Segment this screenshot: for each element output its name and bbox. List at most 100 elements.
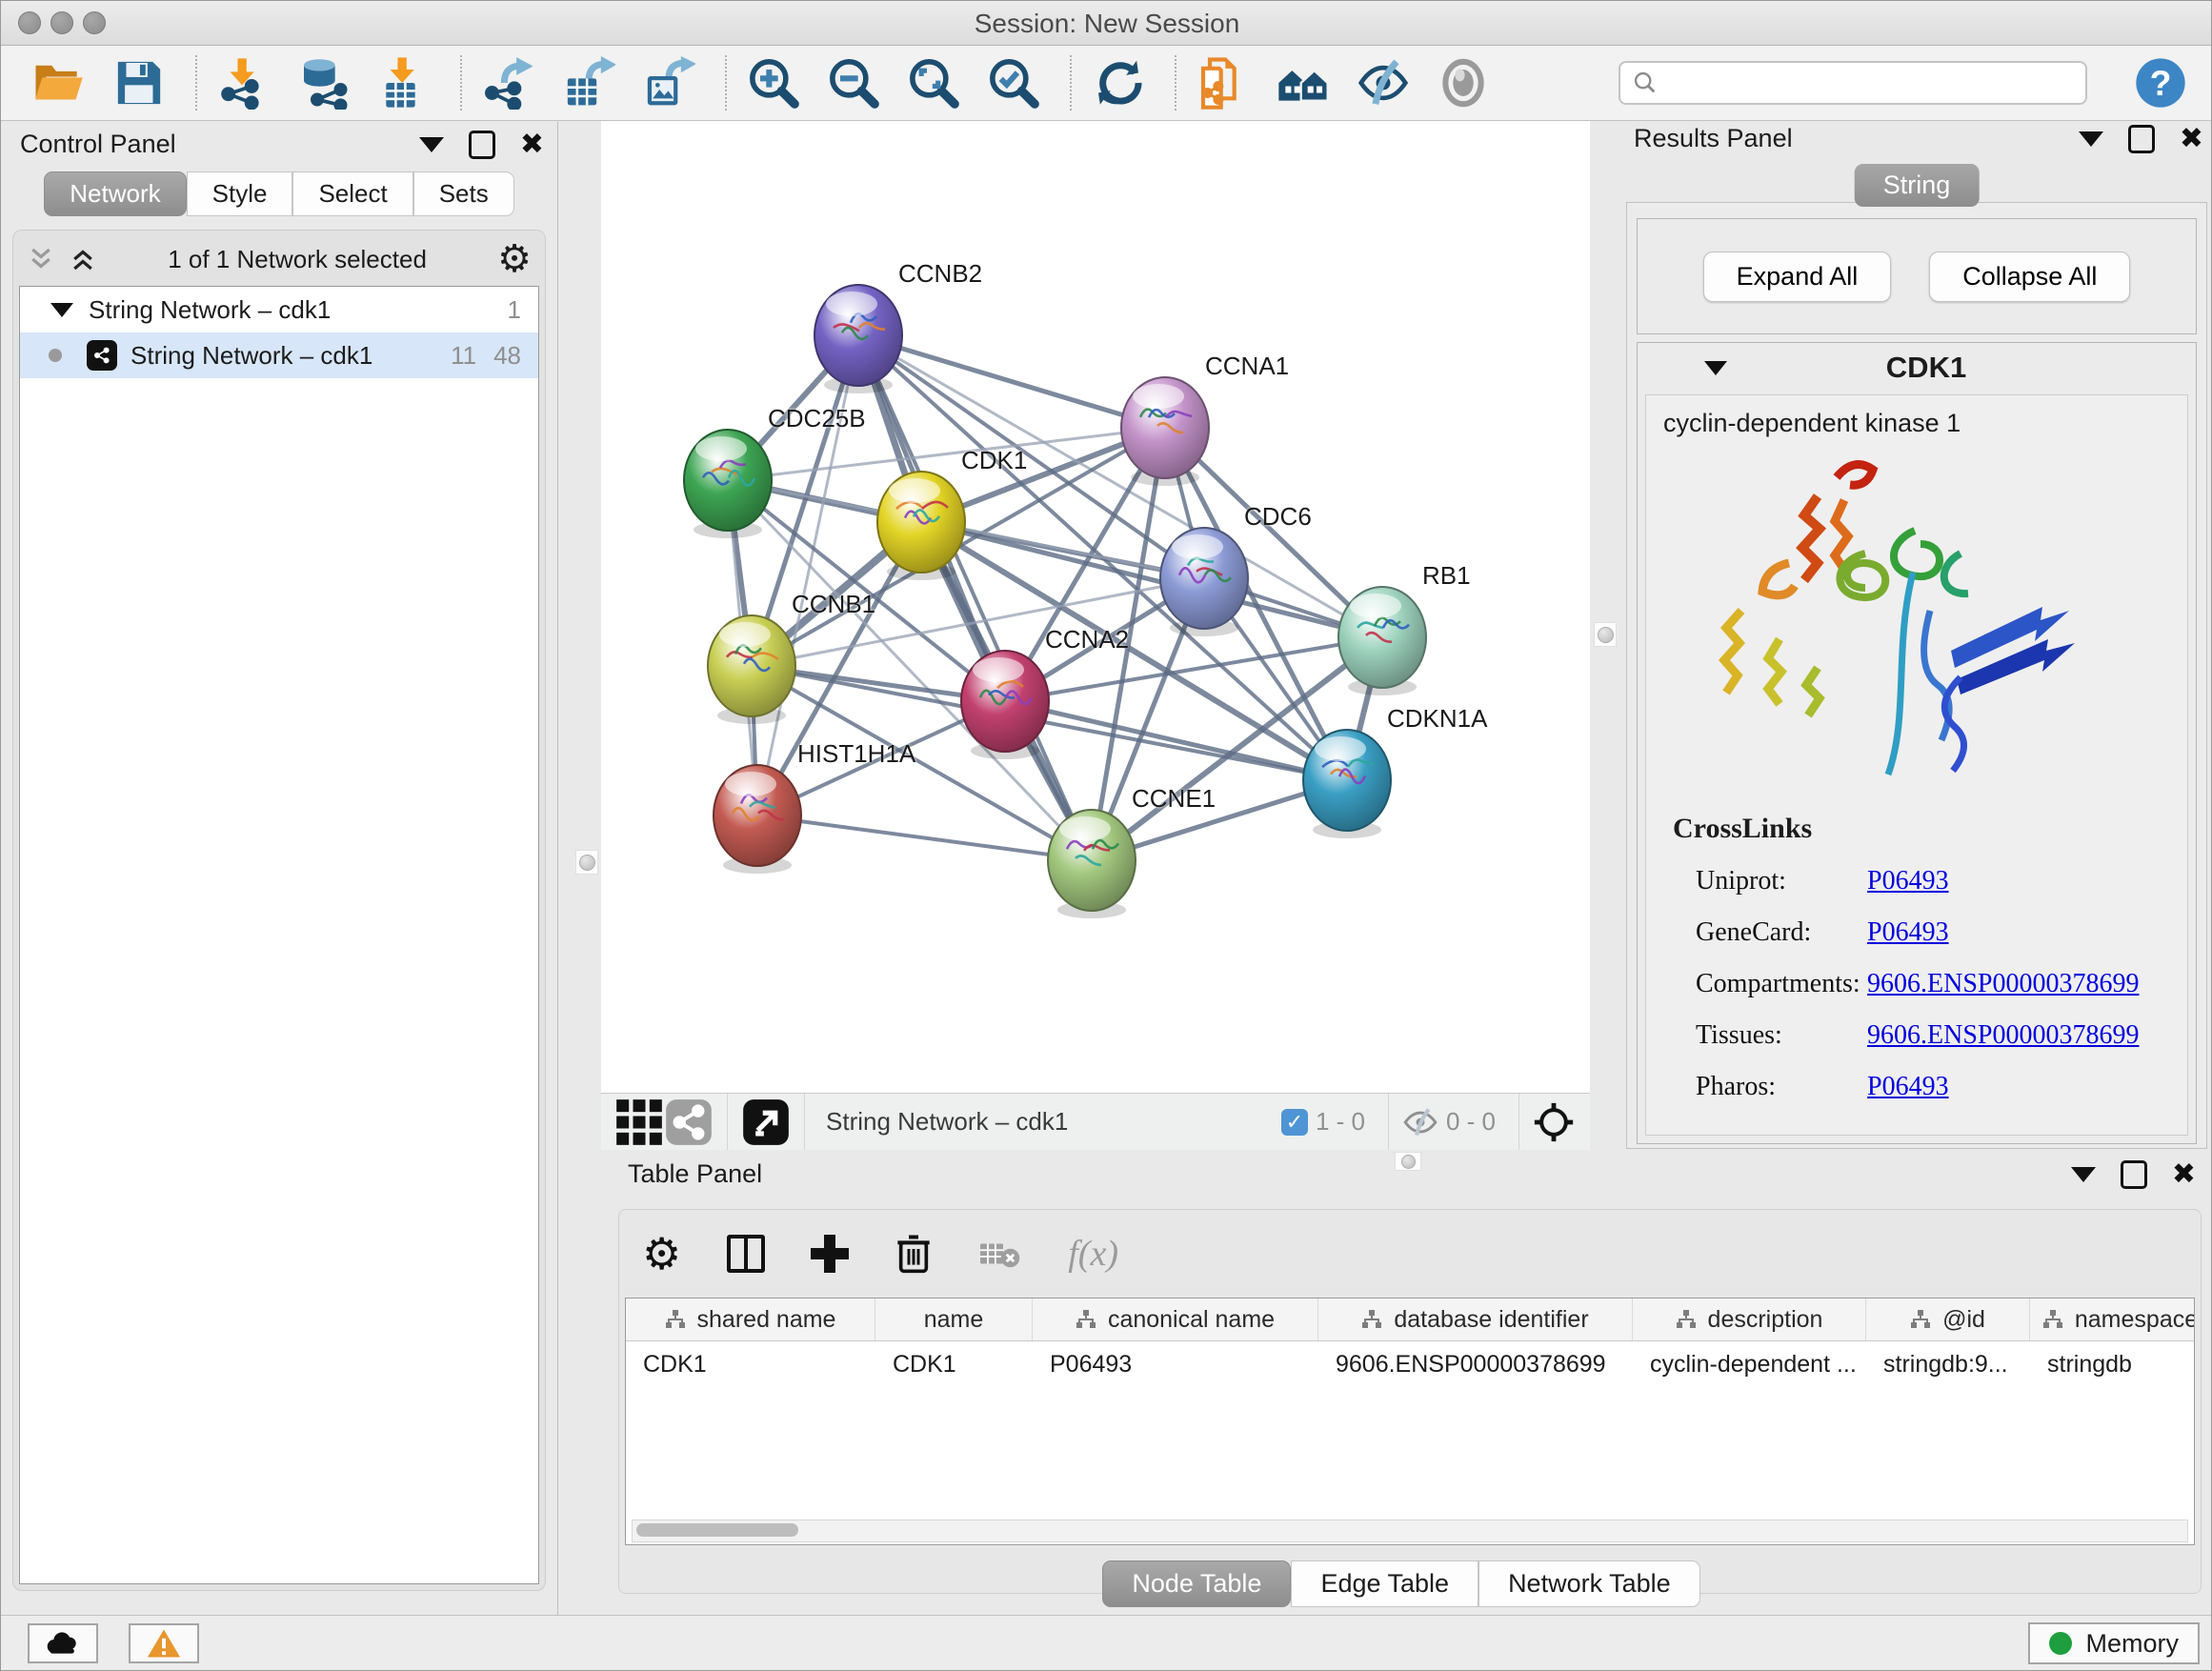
- table-horizontal-scrollbar[interactable]: [632, 1520, 2188, 1542]
- network-selection-summary: 1 of 1 Network selected: [97, 245, 497, 274]
- column-header-shared-name[interactable]: shared name: [626, 1299, 875, 1340]
- collapse-panel-icon[interactable]: [2079, 131, 2103, 147]
- float-panel-icon[interactable]: [469, 131, 495, 159]
- table-cell[interactable]: CDK1: [626, 1351, 875, 1379]
- cloud-status-button[interactable]: [28, 1623, 98, 1663]
- network-edge[interactable]: [757, 815, 1092, 860]
- network-edge[interactable]: [858, 335, 1092, 860]
- tab-edge-table[interactable]: Edge Table: [1291, 1560, 1478, 1607]
- tab-sets[interactable]: Sets: [413, 171, 514, 216]
- tab-node-table[interactable]: Node Table: [1102, 1560, 1291, 1607]
- show-columns-icon[interactable]: [727, 1235, 765, 1273]
- network-view-canvas[interactable]: CCNB2CCNA1CDC25BCDK1CDC6RB1CCNB1CCNA2CDK…: [601, 121, 1590, 1093]
- export-table-button[interactable]: [559, 53, 618, 112]
- tab-network-table[interactable]: Network Table: [1478, 1560, 1700, 1607]
- tab-style[interactable]: Style: [187, 171, 293, 216]
- memory-label: Memory: [2085, 1629, 2179, 1659]
- table-cell[interactable]: 9606.ENSP00000378699: [1318, 1351, 1633, 1379]
- float-panel-icon[interactable]: [2121, 1160, 2147, 1189]
- tab-select[interactable]: Select: [292, 171, 412, 216]
- column-header-canonical-name[interactable]: canonical name: [1033, 1299, 1318, 1340]
- column-header-name[interactable]: name: [875, 1299, 1033, 1340]
- tab-network[interactable]: Network: [44, 171, 186, 216]
- show-all-button[interactable]: [1434, 53, 1493, 112]
- tab-string[interactable]: String: [1855, 164, 1980, 207]
- control-panel: Control Panel ✖ NetworkStyleSelectSets 1…: [1, 122, 558, 1616]
- zoom-in-button[interactable]: [744, 53, 803, 112]
- delete-column-trash-icon[interactable]: [895, 1233, 933, 1275]
- export-network-button[interactable]: [479, 53, 538, 112]
- crosslink-link[interactable]: P06493: [1867, 866, 1949, 896]
- collapse-all-button[interactable]: Collapse All: [1929, 252, 2130, 302]
- detach-view-button[interactable]: [741, 1097, 791, 1147]
- network-graph: [601, 121, 1590, 1093]
- crosslink-link[interactable]: 9606.ENSP00000378699: [1867, 969, 2139, 999]
- open-folder-icon: [32, 56, 86, 110]
- float-panel-icon[interactable]: [2128, 125, 2155, 153]
- column-header--id[interactable]: @id: [1866, 1299, 2030, 1340]
- node-table[interactable]: shared namenamecanonical namedatabase id…: [625, 1298, 2195, 1545]
- import-network-file-button[interactable]: [214, 53, 273, 112]
- column-header-namespace[interactable]: namespace: [2030, 1299, 2195, 1340]
- search-field[interactable]: [1619, 61, 2087, 105]
- help-button[interactable]: ?: [2131, 53, 2190, 112]
- import-file-share-button[interactable]: [1194, 53, 1253, 112]
- network-edge[interactable]: [858, 335, 1165, 428]
- scrollbar-thumb[interactable]: [636, 1523, 798, 1537]
- expand-all-icon[interactable]: [69, 245, 97, 273]
- column-header-database-identifier[interactable]: database identifier: [1318, 1299, 1633, 1340]
- import-network-database-button[interactable]: [294, 53, 353, 112]
- network-edge[interactable]: [1005, 701, 1347, 780]
- table-cell[interactable]: stringdb:9...: [1866, 1351, 2030, 1379]
- network-options-gear-icon[interactable]: ⚙: [497, 237, 532, 281]
- zoom-selected-icon: [987, 56, 1040, 110]
- create-column-icon[interactable]: [811, 1235, 849, 1273]
- crosslink-link[interactable]: 9606.ENSP00000378699: [1867, 1020, 2139, 1051]
- fit-selected-crosshair-icon[interactable]: [1533, 1101, 1575, 1143]
- close-panel-icon[interactable]: ✖: [2172, 1163, 2196, 1186]
- export-image-button[interactable]: [639, 53, 698, 112]
- zoom-fit-button[interactable]: [904, 53, 963, 112]
- zoom-selected-button[interactable]: [984, 53, 1043, 112]
- node-section-header[interactable]: CDK1: [1638, 343, 2196, 393]
- close-panel-icon[interactable]: ✖: [2180, 128, 2203, 151]
- node-section-content: cyclin-dependent kinase 1: [1645, 394, 2188, 1136]
- hidden-items-icon: [1402, 1104, 1438, 1140]
- zoom-out-button[interactable]: [824, 53, 883, 112]
- import-table-file-button[interactable]: [374, 53, 433, 112]
- open-session-button[interactable]: [30, 53, 89, 112]
- home-button[interactable]: [1274, 53, 1333, 112]
- node-description: cyclin-dependent kinase 1: [1663, 409, 2187, 438]
- network-row[interactable]: String Network – cdk1 11 48: [20, 332, 538, 378]
- function-builder-icon[interactable]: f(x): [1068, 1233, 1118, 1275]
- table-cell[interactable]: cyclin-dependent ...: [1633, 1351, 1866, 1379]
- left-splitter-handle[interactable]: [575, 850, 598, 875]
- network-collection-row[interactable]: String Network – cdk1 1: [20, 287, 538, 332]
- crosslink-link[interactable]: P06493: [1867, 917, 1949, 948]
- hide-selected-button[interactable]: [1354, 53, 1413, 112]
- column-header-description[interactable]: description: [1633, 1299, 1866, 1340]
- section-expander-icon[interactable]: [1704, 361, 1727, 375]
- close-panel-icon[interactable]: ✖: [520, 133, 544, 156]
- save-floppy-icon: [112, 56, 166, 110]
- node-label-ccnb2: CCNB2: [898, 259, 982, 289]
- table-cell[interactable]: CDK1: [875, 1351, 1033, 1379]
- collapse-panel-icon[interactable]: [2071, 1167, 2096, 1182]
- warning-status-button[interactable]: [129, 1623, 199, 1663]
- memory-status-button[interactable]: Memory: [2028, 1622, 2200, 1664]
- collapse-panel-icon[interactable]: [419, 137, 444, 152]
- tree-expander-icon[interactable]: [50, 303, 73, 317]
- right-splitter-handle[interactable]: [1594, 622, 1617, 647]
- birds-eye-view-button[interactable]: [614, 1097, 664, 1147]
- expand-all-button[interactable]: Expand All: [1703, 252, 1892, 302]
- table-row[interactable]: CDK1CDK1P064939606.ENSP00000378699cyclin…: [626, 1341, 2194, 1387]
- table-settings-gear-icon[interactable]: ⚙: [642, 1232, 681, 1276]
- delete-table-icon[interactable]: [978, 1237, 1022, 1271]
- table-cell[interactable]: stringdb: [2030, 1351, 2195, 1379]
- apply-layout-button[interactable]: [1089, 53, 1148, 112]
- crosslink-link[interactable]: P06493: [1867, 1072, 1949, 1102]
- network-overview-button[interactable]: [664, 1097, 714, 1147]
- collapse-all-icon[interactable]: [27, 245, 55, 273]
- save-session-button[interactable]: [110, 53, 169, 112]
- table-cell[interactable]: P06493: [1033, 1351, 1318, 1379]
